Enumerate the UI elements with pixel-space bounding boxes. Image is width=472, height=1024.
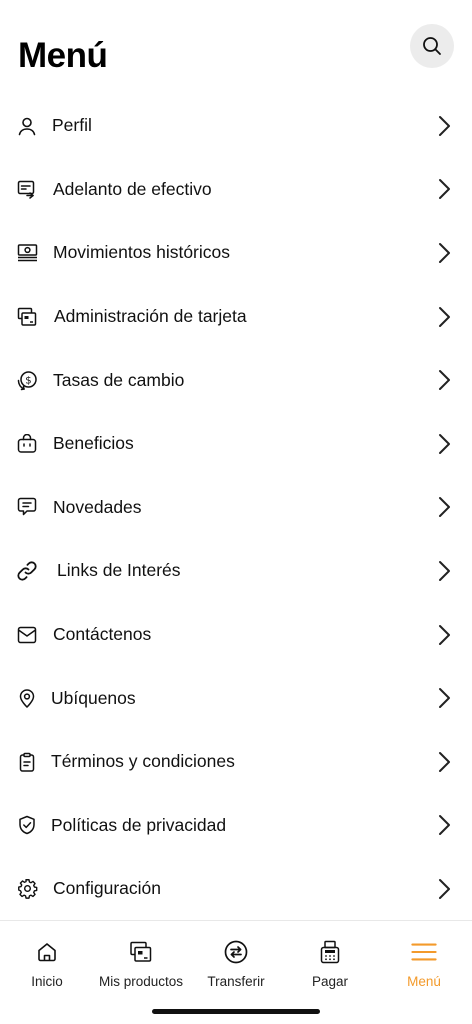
chevron-right-icon <box>439 433 450 454</box>
chevron-right-icon <box>439 751 450 772</box>
mail-icon <box>16 624 38 646</box>
chevron-right-icon <box>439 688 450 709</box>
menu-item-politicas-privacidad[interactable]: Políticas de privacidad <box>0 794 472 858</box>
menu-list: Perfil Adelanto de efectivo Movimientos … <box>0 94 472 921</box>
nav-item-inicio[interactable]: Inicio <box>0 921 94 1001</box>
menu-item-label: Términos y condiciones <box>51 751 235 772</box>
menu-item-label: Tasas de cambio <box>53 369 185 390</box>
chevron-right-icon <box>439 370 450 391</box>
cash-advance-icon <box>16 178 38 200</box>
chevron-right-icon <box>439 242 450 263</box>
chevron-right-icon <box>439 624 450 645</box>
menu-item-tasas-cambio[interactable]: $ Tasas de cambio <box>0 348 472 412</box>
page-title: Menú <box>18 36 108 75</box>
nav-label: Mis productos <box>98 974 184 989</box>
menu-item-terminos-condiciones[interactable]: Términos y condiciones <box>0 730 472 794</box>
menu-item-label: Links de Interés <box>57 560 181 581</box>
shield-check-icon <box>16 814 38 836</box>
nav-label: Inicio <box>31 974 63 989</box>
home-indicator[interactable] <box>152 1009 320 1014</box>
menu-item-label: Novedades <box>53 496 142 517</box>
menu-item-movimientos-historicos[interactable]: Movimientos históricos <box>0 221 472 285</box>
menu-item-label: Ubíquenos <box>51 687 136 708</box>
user-icon <box>16 115 38 137</box>
chevron-right-icon <box>439 179 450 200</box>
menu-item-label: Adelanto de efectivo <box>53 178 212 199</box>
search-icon <box>423 37 441 55</box>
gear-icon <box>16 878 38 900</box>
menu-item-configuracion[interactable]: Configuración <box>0 857 472 921</box>
nav-label: Menú <box>407 974 441 989</box>
menu-item-contactenos[interactable]: Contáctenos <box>0 603 472 667</box>
menu-item-adelanto-efectivo[interactable]: Adelanto de efectivo <box>0 158 472 222</box>
benefits-bag-icon <box>16 433 38 455</box>
menu-item-label: Movimientos históricos <box>53 242 230 263</box>
card-admin-icon <box>16 306 38 328</box>
money-history-icon <box>16 242 38 264</box>
menu-item-beneficios[interactable]: Beneficios <box>0 412 472 476</box>
chevron-right-icon <box>439 815 450 836</box>
link-icon <box>16 560 38 582</box>
transfer-icon <box>223 939 249 965</box>
nav-label: Transferir <box>207 974 265 989</box>
chevron-right-icon <box>439 497 450 518</box>
news-chat-icon <box>16 496 38 518</box>
menu-item-links-interes[interactable]: Links de Interés <box>0 539 472 603</box>
menu-item-novedades[interactable]: Novedades <box>0 476 472 540</box>
nav-item-transferir[interactable]: Transferir <box>189 921 283 1001</box>
menu-icon <box>411 939 437 965</box>
header: Menú <box>0 0 472 95</box>
menu-item-perfil[interactable]: Perfil <box>0 94 472 158</box>
menu-item-label: Perfil <box>52 115 92 136</box>
menu-item-label: Configuración <box>53 878 161 899</box>
nav-item-pagar[interactable]: Pagar <box>283 921 377 1001</box>
chevron-right-icon <box>439 306 450 327</box>
location-pin-icon <box>16 687 38 709</box>
clipboard-icon <box>16 751 38 773</box>
menu-item-ubiquenos[interactable]: Ubíquenos <box>0 666 472 730</box>
nav-item-menu[interactable]: Menú <box>377 921 471 1001</box>
nav-item-mis-productos[interactable]: Mis productos <box>94 921 188 1001</box>
menu-item-label: Beneficios <box>53 433 134 454</box>
chevron-right-icon <box>439 560 450 581</box>
menu-item-administracion-tarjeta[interactable]: Administración de tarjeta <box>0 285 472 349</box>
home-icon <box>34 939 60 965</box>
nav-label: Pagar <box>311 974 349 989</box>
menu-item-label: Administración de tarjeta <box>54 306 247 327</box>
search-button[interactable] <box>410 24 454 68</box>
chevron-right-icon <box>439 878 450 899</box>
exchange-rate-icon: $ <box>16 369 38 391</box>
chevron-right-icon <box>439 115 450 136</box>
menu-item-label: Políticas de privacidad <box>51 814 227 835</box>
pay-icon <box>317 939 343 965</box>
svg-text:$: $ <box>25 375 31 386</box>
menu-item-label: Contáctenos <box>53 624 152 645</box>
cards-icon <box>128 939 154 965</box>
